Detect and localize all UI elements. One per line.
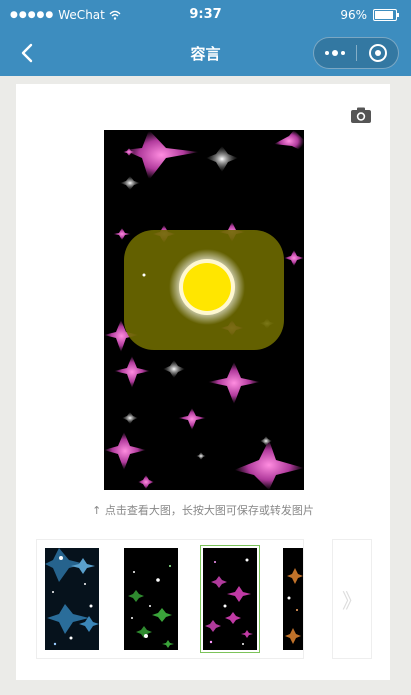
- up-arrow-icon: ↑: [92, 504, 102, 517]
- battery-group: 96%: [340, 8, 399, 22]
- save-hint: ↑ 点击查看大图，长按大图可保存或转发图片: [16, 502, 390, 518]
- thumbnail-pink-selected[interactable]: [200, 545, 260, 653]
- next-arrow-icon: 》: [342, 588, 362, 613]
- status-bar: ●●●●● WeChat 9:37 96%: [0, 0, 411, 30]
- navigation-bar: 容言: [0, 30, 411, 76]
- content-card: ↑ 点击查看大图，长按大图可保存或转发图片 》: [16, 84, 390, 680]
- main-image[interactable]: [104, 130, 304, 490]
- hint-text: 点击查看大图，长按大图可保存或转发图片: [104, 504, 314, 517]
- close-mini-program-icon[interactable]: [369, 44, 387, 62]
- next-page-button[interactable]: 》: [332, 539, 372, 659]
- battery-icon: [373, 9, 399, 21]
- mini-program-capsule: [313, 37, 399, 69]
- more-icon[interactable]: [314, 38, 356, 68]
- camera-icon[interactable]: [350, 106, 372, 124]
- thumbnail-strip[interactable]: [36, 539, 304, 659]
- thumbnail-green[interactable]: [124, 548, 178, 650]
- thumbnail-blue[interactable]: [45, 548, 99, 650]
- capsule-divider: [356, 45, 357, 61]
- thumbnail-orange[interactable]: [283, 548, 303, 650]
- battery-percent: 96%: [340, 8, 367, 22]
